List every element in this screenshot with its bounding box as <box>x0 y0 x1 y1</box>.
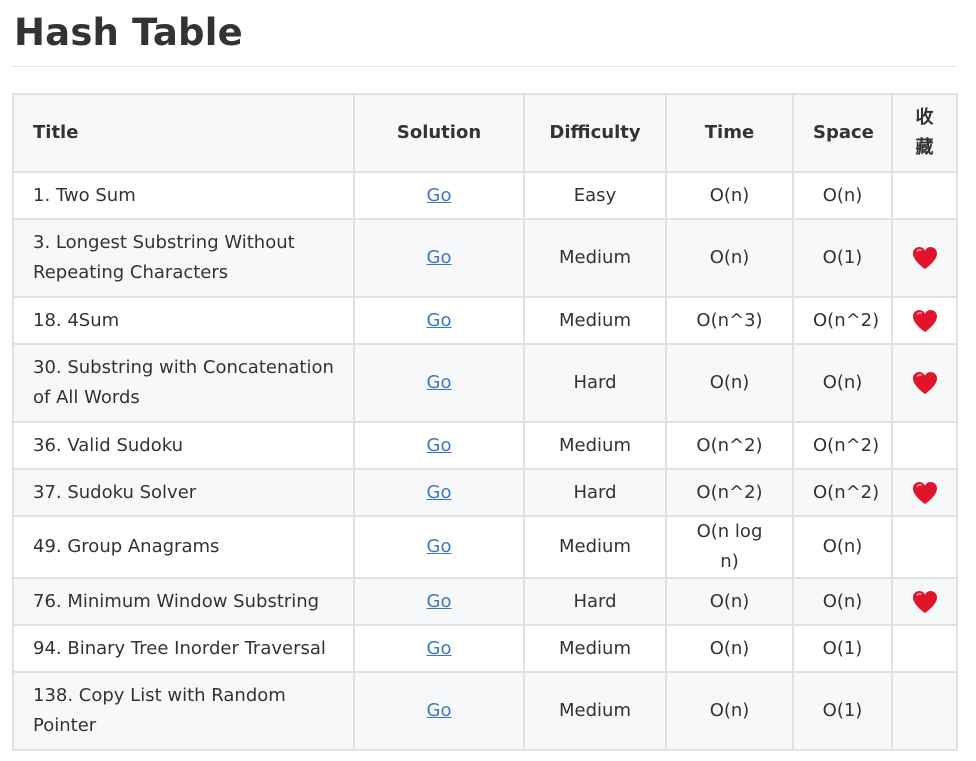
solution-cell: Go <box>353 468 525 517</box>
time-cell: O(n) <box>665 624 794 673</box>
favorite-cell <box>891 671 958 751</box>
solution-link[interactable]: Go <box>427 591 452 612</box>
favorite-cell <box>891 421 958 470</box>
solution-link[interactable]: Go <box>427 372 452 393</box>
heart-icon <box>912 481 938 505</box>
difficulty-cell: Hard <box>523 577 667 626</box>
problems-table: Title Solution Difficulty Time Space 收藏 … <box>12 93 958 751</box>
table-row: 1. Two Sum Go Easy O(n) O(n) <box>12 171 958 220</box>
space-cell: O(n) <box>792 171 893 220</box>
problem-title: 18. 4Sum <box>12 296 355 345</box>
table-row: 49. Group Anagrams Go Medium O(n log n) O(n) <box>12 515 958 579</box>
time-cell: O(n) <box>665 343 794 423</box>
solution-link[interactable]: Go <box>427 435 452 456</box>
heart-icon <box>912 590 938 614</box>
time-cell: O(n) <box>665 171 794 220</box>
solution-link[interactable]: Go <box>427 700 452 721</box>
space-cell: O(n) <box>792 515 893 579</box>
space-cell: O(n) <box>792 343 893 423</box>
problem-title: 138. Copy List with Random Pointer <box>12 671 355 751</box>
space-cell: O(n^2) <box>792 296 893 345</box>
favorite-cell <box>891 343 958 423</box>
time-cell: O(n) <box>665 577 794 626</box>
header-title: Title <box>12 93 355 173</box>
table-row: 37. Sudoku Solver Go Hard O(n^2) O(n^2) <box>12 468 958 517</box>
difficulty-cell: Medium <box>523 624 667 673</box>
problem-title: 76. Minimum Window Substring <box>12 577 355 626</box>
space-cell: O(1) <box>792 624 893 673</box>
problem-title: 3. Longest Substring Without Repeating C… <box>12 218 355 298</box>
solution-link[interactable]: Go <box>427 536 452 557</box>
difficulty-cell: Hard <box>523 343 667 423</box>
difficulty-cell: Medium <box>523 296 667 345</box>
time-cell: O(n^3) <box>665 296 794 345</box>
heart-icon <box>912 246 938 270</box>
time-cell: O(n) <box>665 218 794 298</box>
favorite-cell <box>891 577 958 626</box>
table-row: 30. Substring with Concatenation of All … <box>12 343 958 423</box>
page: Hash Table Title Solution Difficulty Tim… <box>0 0 976 761</box>
heart-icon <box>912 309 938 333</box>
table-row: 94. Binary Tree Inorder Traversal Go Mediu… <box>12 624 958 673</box>
table-row: 3. Longest Substring Without Repeating C… <box>12 218 958 298</box>
difficulty-cell: Easy <box>523 171 667 220</box>
solution-cell: Go <box>353 171 525 220</box>
table-row: 18. 4Sum Go Medium O(n^3) O(n^2) <box>12 296 958 345</box>
solution-link[interactable]: Go <box>427 638 452 659</box>
favorite-cell <box>891 171 958 220</box>
table-body: 1. Two Sum Go Easy O(n) O(n) 3. Longest Subst… <box>12 171 958 751</box>
difficulty-cell: Medium <box>523 218 667 298</box>
solution-link[interactable]: Go <box>427 482 452 503</box>
problem-title: 94. Binary Tree Inorder Traversal <box>12 624 355 673</box>
problem-title: 30. Substring with Concatenation of All … <box>12 343 355 423</box>
table-row: 36. Valid Sudoku Go Medium O(n^2) O(n^2) <box>12 421 958 470</box>
space-cell: O(1) <box>792 671 893 751</box>
problem-title: 1. Two Sum <box>12 171 355 220</box>
solution-cell: Go <box>353 343 525 423</box>
solution-cell: Go <box>353 218 525 298</box>
header-solution: Solution <box>353 93 525 173</box>
favorite-cell <box>891 515 958 579</box>
solution-cell: Go <box>353 577 525 626</box>
difficulty-cell: Hard <box>523 468 667 517</box>
solution-cell: Go <box>353 624 525 673</box>
time-cell: O(n log n) <box>665 515 794 579</box>
space-cell: O(n) <box>792 577 893 626</box>
page-title: Hash Table <box>14 11 243 54</box>
favorite-cell <box>891 218 958 298</box>
solution-link[interactable]: Go <box>427 185 452 206</box>
header-favorite: 收藏 <box>891 93 958 173</box>
table-row: 76. Minimum Window Substring Go Hard O(n) O(… <box>12 577 958 626</box>
favorite-cell <box>891 624 958 673</box>
header-time: Time <box>665 93 794 173</box>
problem-title: 49. Group Anagrams <box>12 515 355 579</box>
difficulty-cell: Medium <box>523 515 667 579</box>
header-difficulty: Difficulty <box>523 93 667 173</box>
table-row: 138. Copy List with Random Pointer Go Medi… <box>12 671 958 751</box>
space-cell: O(1) <box>792 218 893 298</box>
table-header-row: Title Solution Difficulty Time Space 收藏 <box>12 93 958 173</box>
space-cell: O(n^2) <box>792 468 893 517</box>
solution-link[interactable]: Go <box>427 247 452 268</box>
header-favorite-label: 收藏 <box>915 107 934 158</box>
difficulty-cell: Medium <box>523 671 667 751</box>
problem-title: 36. Valid Sudoku <box>12 421 355 470</box>
time-cell: O(n) <box>665 671 794 751</box>
solution-cell: Go <box>353 421 525 470</box>
title-divider <box>12 66 957 67</box>
solution-link[interactable]: Go <box>427 310 452 331</box>
heart-icon <box>912 371 938 395</box>
difficulty-cell: Medium <box>523 421 667 470</box>
solution-cell: Go <box>353 296 525 345</box>
favorite-cell <box>891 296 958 345</box>
solution-cell: Go <box>353 515 525 579</box>
solution-cell: Go <box>353 671 525 751</box>
problem-title: 37. Sudoku Solver <box>12 468 355 517</box>
favorite-cell <box>891 468 958 517</box>
space-cell: O(n^2) <box>792 421 893 470</box>
header-space: Space <box>792 93 893 173</box>
time-cell: O(n^2) <box>665 468 794 517</box>
time-cell: O(n^2) <box>665 421 794 470</box>
